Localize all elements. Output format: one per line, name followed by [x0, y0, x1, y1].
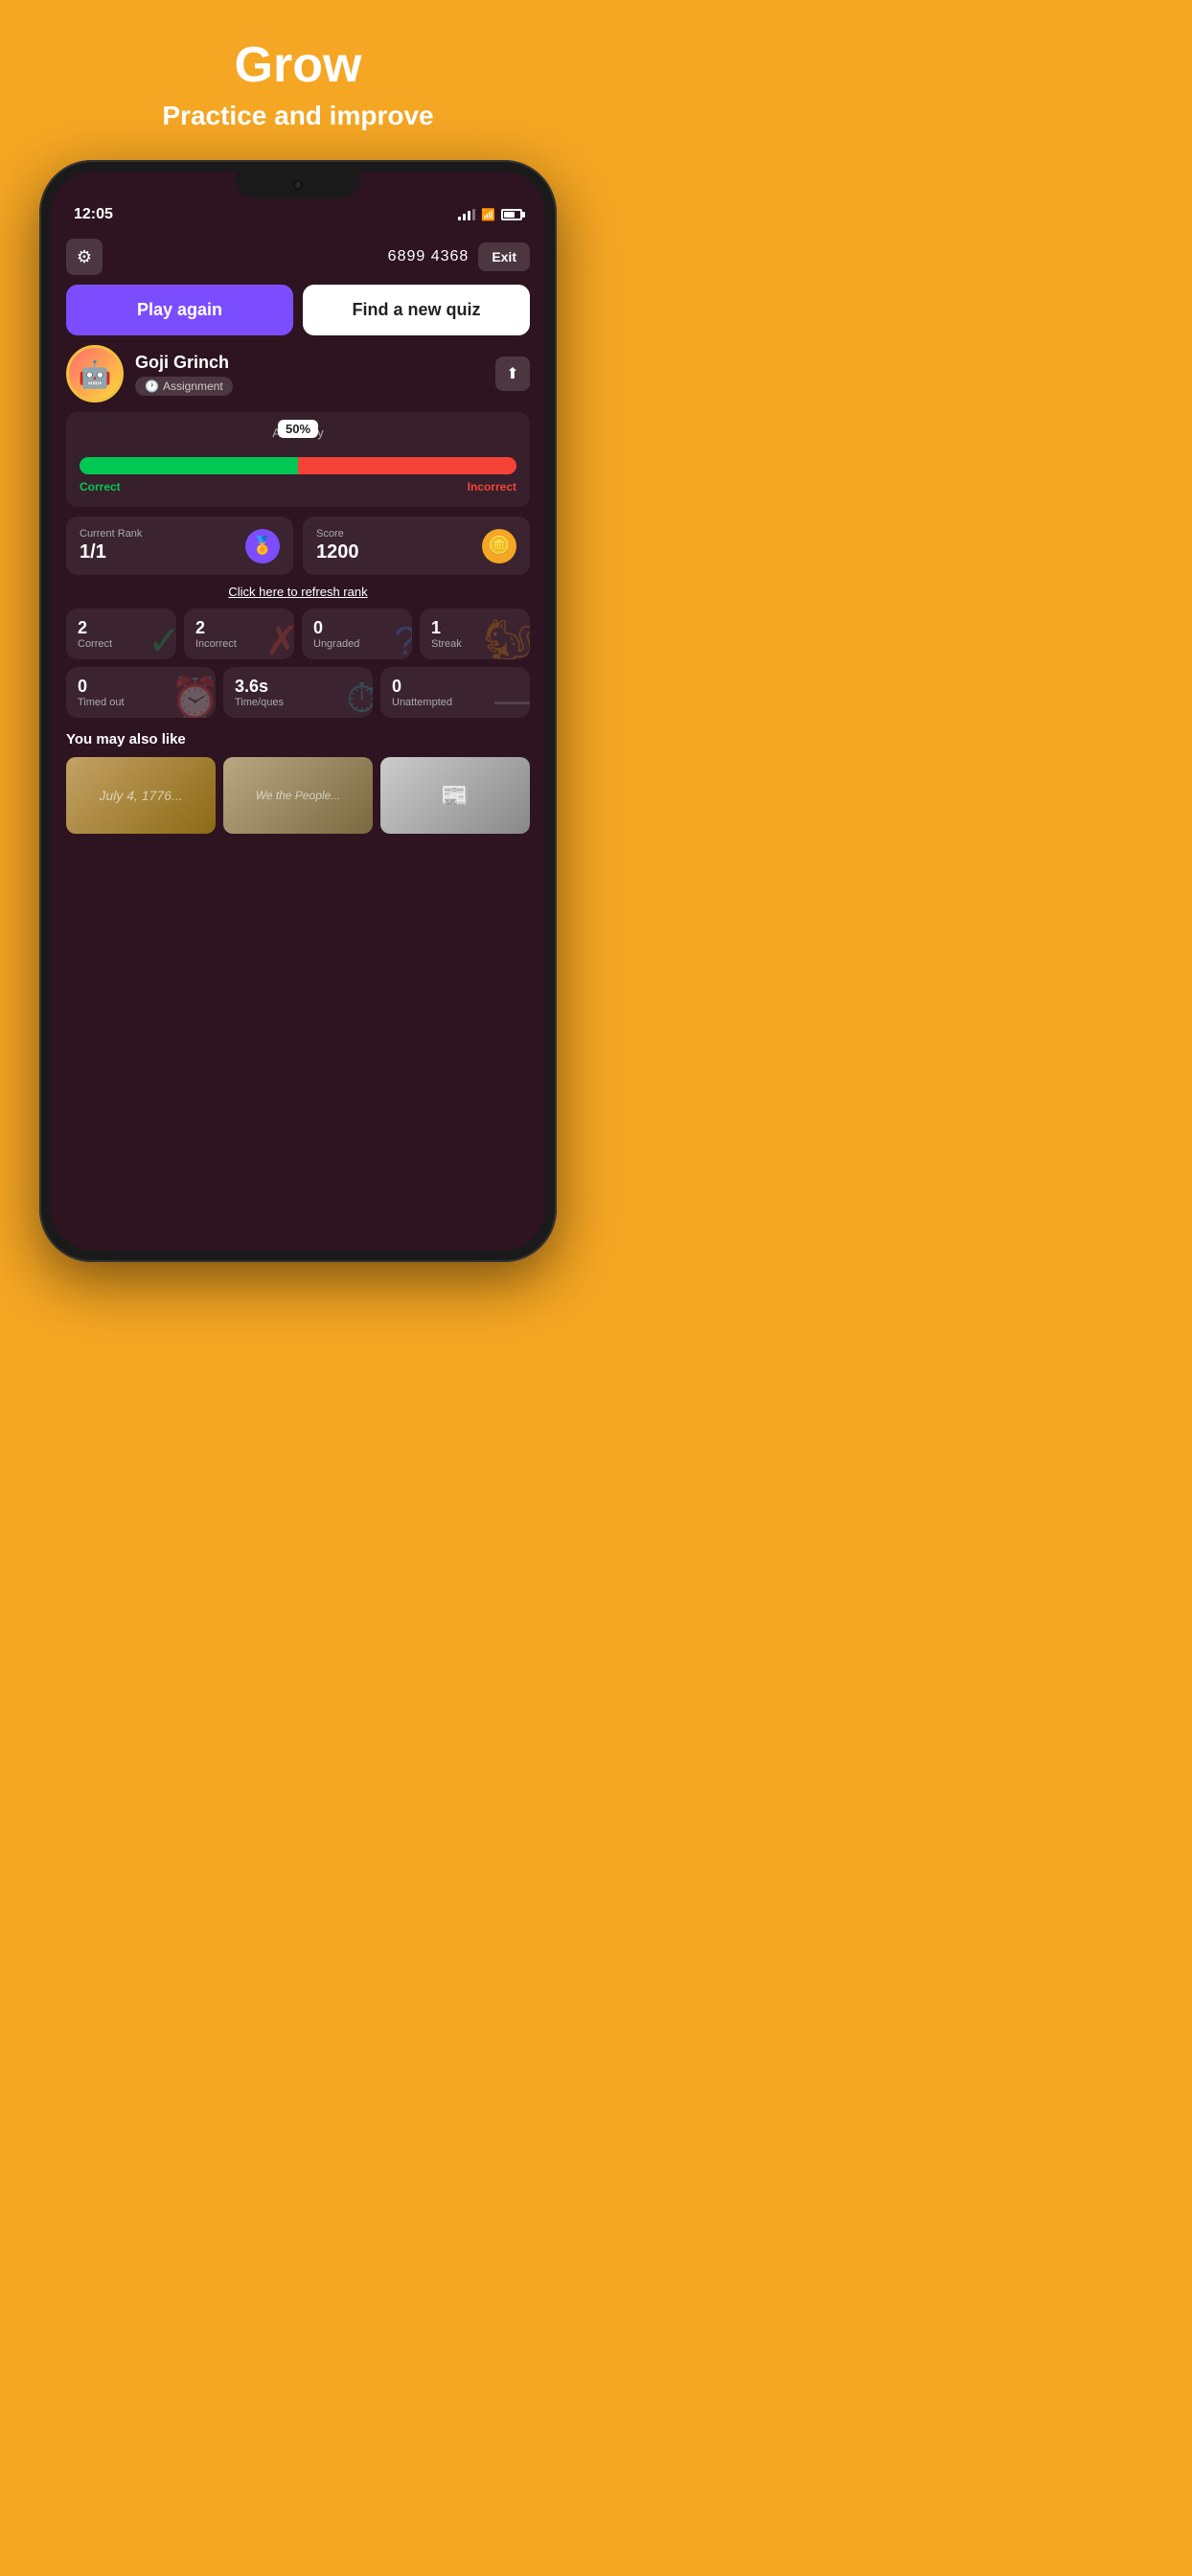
streak-icon: 🐿: [484, 617, 530, 659]
quiz-name: Goji Grinch: [135, 353, 484, 373]
score-label: Score: [316, 528, 359, 540]
phone-shell: 12:05 📶: [39, 160, 557, 1262]
top-bar: ⚙ 6899 4368 Exit: [66, 239, 530, 275]
accuracy-bar: [80, 457, 516, 474]
stat-time-per-ques: 3.6s Time/ques ⏱: [223, 667, 373, 718]
exit-button[interactable]: Exit: [478, 242, 530, 271]
stat-correct: 2 Correct ✓: [66, 609, 176, 659]
quiz-badge: 🕐 Assignment: [135, 377, 233, 396]
stats-grid: 2 Correct ✓ 2 Incorrect ✗: [66, 609, 530, 718]
score-card: Score 1200 🪙: [303, 517, 530, 575]
refresh-rank-button[interactable]: Click here to refresh rank: [66, 585, 530, 599]
quiz-details: Goji Grinch 🕐 Assignment: [135, 353, 484, 396]
share-button[interactable]: ⬆: [495, 356, 530, 391]
stat-ungraded: 0 Ungraded ?: [302, 609, 412, 659]
rank-score-row: Current Rank 1/1 🏅 Score 1200: [66, 517, 530, 575]
incorrect-label: Incorrect: [468, 480, 516, 494]
also-like-card-1[interactable]: July 4, 1776...: [66, 757, 216, 834]
stat-streak: 1 Streak 🐿: [420, 609, 530, 659]
page-title: Grow: [162, 38, 433, 93]
stat-incorrect: 2 Incorrect ✗: [184, 609, 294, 659]
correct-icon: ✓: [148, 617, 176, 659]
card-1-image: July 4, 1776...: [95, 784, 186, 807]
find-quiz-button[interactable]: Find a new quiz: [303, 285, 530, 335]
unattempted-name: Unattempted: [392, 697, 452, 708]
stat-unattempted: 0 Unattempted —: [380, 667, 530, 718]
stats-row-1: 2 Correct ✓ 2 Incorrect ✗: [66, 609, 530, 659]
timeout-value: 0: [78, 677, 125, 697]
incorrect-icon: ✗: [265, 617, 294, 659]
unattempted-value: 0: [392, 677, 452, 697]
correct-label: Correct: [80, 480, 121, 494]
status-time: 12:05: [74, 206, 113, 223]
unattempted-icon: —: [494, 677, 530, 718]
screen-content[interactable]: ⚙ 6899 4368 Exit Play again Find a new q…: [51, 231, 545, 1251]
phone-screen: 12:05 📶: [51, 172, 545, 1251]
also-like-section: You may also like July 4, 1776... We the…: [66, 731, 530, 834]
phone-notch: [236, 172, 360, 198]
timeout-icon: ⏰: [171, 676, 216, 718]
rank-icon: 🏅: [245, 529, 280, 564]
also-like-cards: July 4, 1776... We the People... 📰: [66, 757, 530, 834]
rank-value: 1/1: [80, 541, 142, 564]
signal-icon: [458, 209, 475, 220]
share-icon: ⬆: [506, 364, 518, 383]
incorrect-name: Incorrect: [195, 638, 237, 650]
action-buttons: Play again Find a new quiz: [66, 285, 530, 335]
score-icon: 🪙: [482, 529, 516, 564]
also-like-card-3[interactable]: 📰: [380, 757, 530, 834]
time-icon: ⏱: [346, 676, 373, 718]
battery-icon: [501, 209, 522, 220]
time-per-ques-name: Time/ques: [235, 697, 284, 708]
stats-row-2: 0 Timed out ⏰ 3.6s Time/ques ⏱: [66, 667, 530, 718]
play-again-button[interactable]: Play again: [66, 285, 293, 335]
rank-card: Current Rank 1/1 🏅: [66, 517, 293, 575]
time-per-ques-value: 3.6s: [235, 677, 284, 697]
correct-name: Correct: [78, 638, 112, 650]
gear-icon: ⚙: [77, 247, 92, 267]
camera: [293, 180, 303, 190]
correct-bar: [80, 457, 298, 474]
header-section: Grow Practice and improve: [162, 0, 433, 131]
page-wrapper: Grow Practice and improve 12:05: [0, 0, 596, 1288]
ungraded-icon: ?: [395, 618, 412, 659]
incorrect-bar: [298, 457, 516, 474]
rank-label: Current Rank: [80, 528, 142, 540]
incorrect-value: 2: [195, 618, 237, 638]
settings-button[interactable]: ⚙: [66, 239, 103, 275]
top-bar-right: 6899 4368 Exit: [388, 242, 530, 271]
timeout-name: Timed out: [78, 697, 125, 708]
wifi-icon: 📶: [481, 208, 495, 221]
accuracy-percentage: 50%: [278, 420, 318, 438]
accuracy-section: Accuracy 50% Correct Incorrect: [66, 412, 530, 507]
streak-name: Streak: [431, 638, 462, 650]
page-subtitle: Practice and improve: [162, 101, 433, 131]
accuracy-label: Accuracy 50%: [80, 426, 516, 440]
clock-icon: 🕐: [145, 380, 159, 393]
score-value: 1200: [316, 541, 359, 564]
stat-timeout: 0 Timed out ⏰: [66, 667, 216, 718]
card-3-image: 📰: [441, 782, 470, 810]
also-like-card-2[interactable]: We the People...: [223, 757, 373, 834]
card-2-image: We the People...: [256, 789, 341, 802]
also-like-title: You may also like: [66, 731, 530, 748]
avatar-emoji: 🤖: [79, 358, 112, 390]
correct-value: 2: [78, 618, 112, 638]
room-code: 6899 4368: [388, 248, 470, 265]
ungraded-name: Ungraded: [313, 638, 359, 650]
streak-value: 1: [431, 618, 462, 638]
quiz-info: 🤖 Goji Grinch 🕐 Assignment ⬆: [66, 345, 530, 402]
status-icons: 📶: [458, 208, 522, 221]
avatar: 🤖: [66, 345, 124, 402]
ungraded-value: 0: [313, 618, 359, 638]
accuracy-labels: Correct Incorrect: [80, 480, 516, 494]
